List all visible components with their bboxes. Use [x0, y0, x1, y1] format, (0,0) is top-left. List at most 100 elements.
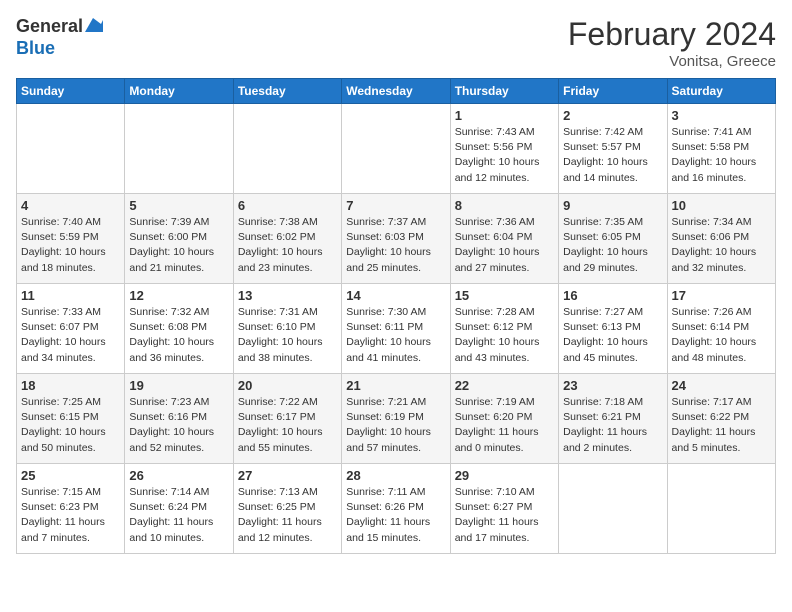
calendar-weekday-header: Thursday [450, 79, 558, 104]
day-number: 25 [21, 468, 120, 483]
day-number: 23 [563, 378, 662, 393]
day-number: 13 [238, 288, 337, 303]
calendar-cell: 22Sunrise: 7:19 AM Sunset: 6:20 PM Dayli… [450, 374, 558, 464]
calendar-cell: 18 Sunrise: 7:25 AM Sunset: 6:15 PM Dayli… [17, 374, 125, 464]
page-header: General Blue February 2024 Vonitsa, Gree… [16, 16, 776, 70]
day-info: Sunrise: 7:28 AM Sunset: 6:12 PM Dayligh… [455, 305, 554, 366]
calendar-cell: 26 Sunrise: 7:14 AM Sunset: 6:24 PM Dayli… [125, 464, 233, 554]
day-info: Sunrise: 7:14 AM Sunset: 6:24 PM Dayligh… [129, 485, 228, 546]
day-info: Sunrise: 7:13 AM Sunset: 6:25 PM Dayligh… [238, 485, 337, 546]
day-number: 29 [455, 468, 554, 483]
day-number: 10 [672, 198, 771, 213]
calendar-weekday-header: Friday [559, 79, 667, 104]
calendar-cell: 7 Sunrise: 7:37 AM Sunset: 6:03 PM Daylig… [342, 194, 450, 284]
calendar-week-row: 1 Sunrise: 7:43 AM Sunset: 5:56 PM Daylig… [17, 104, 776, 194]
day-number: 18 [21, 378, 120, 393]
calendar-weekday-header: Monday [125, 79, 233, 104]
day-number: 21 [346, 378, 445, 393]
day-number: 6 [238, 198, 337, 213]
logo-bird-icon [85, 18, 103, 32]
day-info: Sunrise: 7:42 AM Sunset: 5:57 PM Dayligh… [563, 125, 662, 186]
calendar-cell: 29 Sunrise: 7:10 AM Sunset: 6:27 PM Dayli… [450, 464, 558, 554]
calendar-cell: 6 Sunrise: 7:38 AM Sunset: 6:02 PM Daylig… [233, 194, 341, 284]
calendar-week-row: 25 Sunrise: 7:15 AM Sunset: 6:23 PM Dayli… [17, 464, 776, 554]
calendar-cell: 10Sunrise: 7:34 AM Sunset: 6:06 PM Dayli… [667, 194, 775, 284]
day-info: Sunrise: 7:26 AM Sunset: 6:14 PM Dayligh… [672, 305, 771, 366]
calendar-week-row: 18 Sunrise: 7:25 AM Sunset: 6:15 PM Dayli… [17, 374, 776, 464]
calendar-cell: 27 Sunrise: 7:13 AM Sunset: 6:25 PM Dayli… [233, 464, 341, 554]
calendar-header-row: SundayMondayTuesdayWednesdayThursdayFrid… [17, 79, 776, 104]
day-info: Sunrise: 7:15 AM Sunset: 6:23 PM Dayligh… [21, 485, 120, 546]
calendar-cell: 19 Sunrise: 7:23 AM Sunset: 6:16 PM Dayli… [125, 374, 233, 464]
calendar-cell: 11 Sunrise: 7:33 AM Sunset: 6:07 PM Dayli… [17, 284, 125, 374]
calendar-cell [233, 104, 341, 194]
calendar-cell: 8 Sunrise: 7:36 AM Sunset: 6:04 PM Daylig… [450, 194, 558, 284]
day-number: 3 [672, 108, 771, 123]
day-info: Sunrise: 7:37 AM Sunset: 6:03 PM Dayligh… [346, 215, 445, 276]
calendar-cell: 16Sunrise: 7:27 AM Sunset: 6:13 PM Dayli… [559, 284, 667, 374]
calendar-table: SundayMondayTuesdayWednesdayThursdayFrid… [16, 78, 776, 554]
calendar-weekday-header: Sunday [17, 79, 125, 104]
logo: General Blue [16, 16, 103, 59]
day-number: 16 [563, 288, 662, 303]
calendar-cell: 3 Sunrise: 7:41 AM Sunset: 5:58 PM Daylig… [667, 104, 775, 194]
calendar-cell [17, 104, 125, 194]
logo-blue-text: Blue [16, 38, 103, 60]
title-area: February 2024 Vonitsa, Greece [568, 16, 776, 70]
calendar-cell: 12Sunrise: 7:32 AM Sunset: 6:08 PM Dayli… [125, 284, 233, 374]
month-title: February 2024 [568, 16, 776, 53]
day-info: Sunrise: 7:43 AM Sunset: 5:56 PM Dayligh… [455, 125, 554, 186]
day-info: Sunrise: 7:41 AM Sunset: 5:58 PM Dayligh… [672, 125, 771, 186]
day-info: Sunrise: 7:10 AM Sunset: 6:27 PM Dayligh… [455, 485, 554, 546]
day-number: 26 [129, 468, 228, 483]
logo-general-text: General [16, 16, 83, 38]
day-number: 20 [238, 378, 337, 393]
calendar-cell: 14Sunrise: 7:30 AM Sunset: 6:11 PM Dayli… [342, 284, 450, 374]
location-subtitle: Vonitsa, Greece [568, 53, 776, 70]
day-info: Sunrise: 7:38 AM Sunset: 6:02 PM Dayligh… [238, 215, 337, 276]
day-info: Sunrise: 7:36 AM Sunset: 6:04 PM Dayligh… [455, 215, 554, 276]
calendar-cell: 2Sunrise: 7:42 AM Sunset: 5:57 PM Daylig… [559, 104, 667, 194]
calendar-cell: 23Sunrise: 7:18 AM Sunset: 6:21 PM Dayli… [559, 374, 667, 464]
day-number: 19 [129, 378, 228, 393]
calendar-cell [342, 104, 450, 194]
calendar-weekday-header: Saturday [667, 79, 775, 104]
calendar-cell: 24 Sunrise: 7:17 AM Sunset: 6:22 PM Dayli… [667, 374, 775, 464]
day-number: 1 [455, 108, 554, 123]
day-info: Sunrise: 7:22 AM Sunset: 6:17 PM Dayligh… [238, 395, 337, 456]
calendar-cell [125, 104, 233, 194]
calendar-cell: 13 Sunrise: 7:31 AM Sunset: 6:10 PM Dayli… [233, 284, 341, 374]
day-info: Sunrise: 7:35 AM Sunset: 6:05 PM Dayligh… [563, 215, 662, 276]
calendar-cell: 17Sunrise: 7:26 AM Sunset: 6:14 PM Dayli… [667, 284, 775, 374]
day-info: Sunrise: 7:19 AM Sunset: 6:20 PM Dayligh… [455, 395, 554, 456]
calendar-week-row: 4 Sunrise: 7:40 AM Sunset: 5:59 PM Daylig… [17, 194, 776, 284]
day-number: 12 [129, 288, 228, 303]
day-number: 15 [455, 288, 554, 303]
calendar-cell: 20 Sunrise: 7:22 AM Sunset: 6:17 PM Dayli… [233, 374, 341, 464]
calendar-cell: 4 Sunrise: 7:40 AM Sunset: 5:59 PM Daylig… [17, 194, 125, 284]
day-number: 5 [129, 198, 228, 213]
day-number: 24 [672, 378, 771, 393]
day-number: 11 [21, 288, 120, 303]
day-number: 4 [21, 198, 120, 213]
calendar-cell: 21Sunrise: 7:21 AM Sunset: 6:19 PM Dayli… [342, 374, 450, 464]
day-info: Sunrise: 7:40 AM Sunset: 5:59 PM Dayligh… [21, 215, 120, 276]
calendar-cell [667, 464, 775, 554]
day-info: Sunrise: 7:31 AM Sunset: 6:10 PM Dayligh… [238, 305, 337, 366]
calendar-cell: 28Sunrise: 7:11 AM Sunset: 6:26 PM Dayli… [342, 464, 450, 554]
calendar-cell: 1 Sunrise: 7:43 AM Sunset: 5:56 PM Daylig… [450, 104, 558, 194]
day-number: 28 [346, 468, 445, 483]
day-number: 8 [455, 198, 554, 213]
calendar-weekday-header: Tuesday [233, 79, 341, 104]
day-number: 7 [346, 198, 445, 213]
day-info: Sunrise: 7:25 AM Sunset: 6:15 PM Dayligh… [21, 395, 120, 456]
day-info: Sunrise: 7:17 AM Sunset: 6:22 PM Dayligh… [672, 395, 771, 456]
day-number: 27 [238, 468, 337, 483]
calendar-cell: 15 Sunrise: 7:28 AM Sunset: 6:12 PM Dayli… [450, 284, 558, 374]
calendar-header: SundayMondayTuesdayWednesdayThursdayFrid… [17, 79, 776, 104]
calendar-cell: 5Sunrise: 7:39 AM Sunset: 6:00 PM Daylig… [125, 194, 233, 284]
day-info: Sunrise: 7:23 AM Sunset: 6:16 PM Dayligh… [129, 395, 228, 456]
day-info: Sunrise: 7:33 AM Sunset: 6:07 PM Dayligh… [21, 305, 120, 366]
day-number: 9 [563, 198, 662, 213]
day-number: 14 [346, 288, 445, 303]
